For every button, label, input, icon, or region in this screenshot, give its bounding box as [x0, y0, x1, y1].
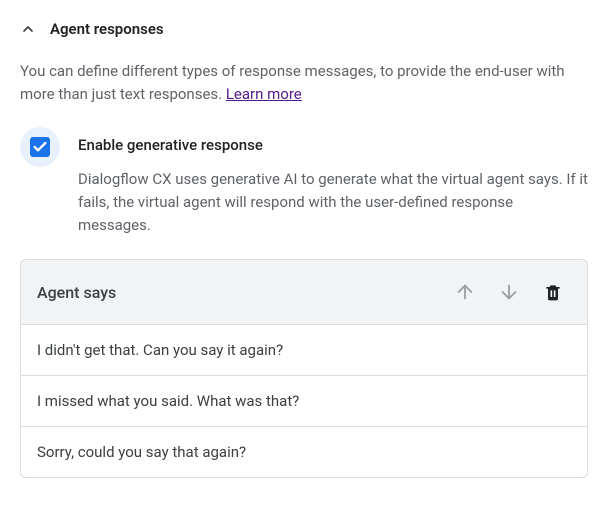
response-row[interactable]: I missed what you said. What was that?	[21, 376, 587, 427]
collapse-chevron-icon[interactable]	[20, 21, 36, 37]
move-up-button[interactable]	[447, 274, 483, 310]
enable-generative-description: Dialogflow CX uses generative AI to gene…	[78, 168, 588, 238]
section-header: Agent responses	[20, 20, 588, 38]
enable-generative-label: Enable generative response	[78, 136, 588, 154]
response-row[interactable]: Sorry, could you say that again?	[21, 427, 587, 477]
section-description: You can define different types of respon…	[20, 60, 588, 107]
agent-says-header: Agent says	[21, 260, 587, 325]
delete-button[interactable]	[535, 274, 571, 310]
response-row[interactable]: I didn't get that. Can you say it again?	[21, 325, 587, 376]
move-down-button[interactable]	[491, 274, 527, 310]
checkbox-checked-icon	[30, 137, 50, 157]
enable-generative-text-block: Enable generative response Dialogflow CX…	[78, 127, 588, 238]
enable-generative-checkbox[interactable]	[20, 127, 60, 167]
enable-generative-block: Enable generative response Dialogflow CX…	[20, 127, 588, 238]
learn-more-link[interactable]: Learn more	[226, 85, 302, 103]
section-title: Agent responses	[50, 20, 164, 38]
agent-says-title: Agent says	[37, 283, 439, 302]
agent-says-card: Agent says I didn't get that. Can you sa…	[20, 259, 588, 478]
